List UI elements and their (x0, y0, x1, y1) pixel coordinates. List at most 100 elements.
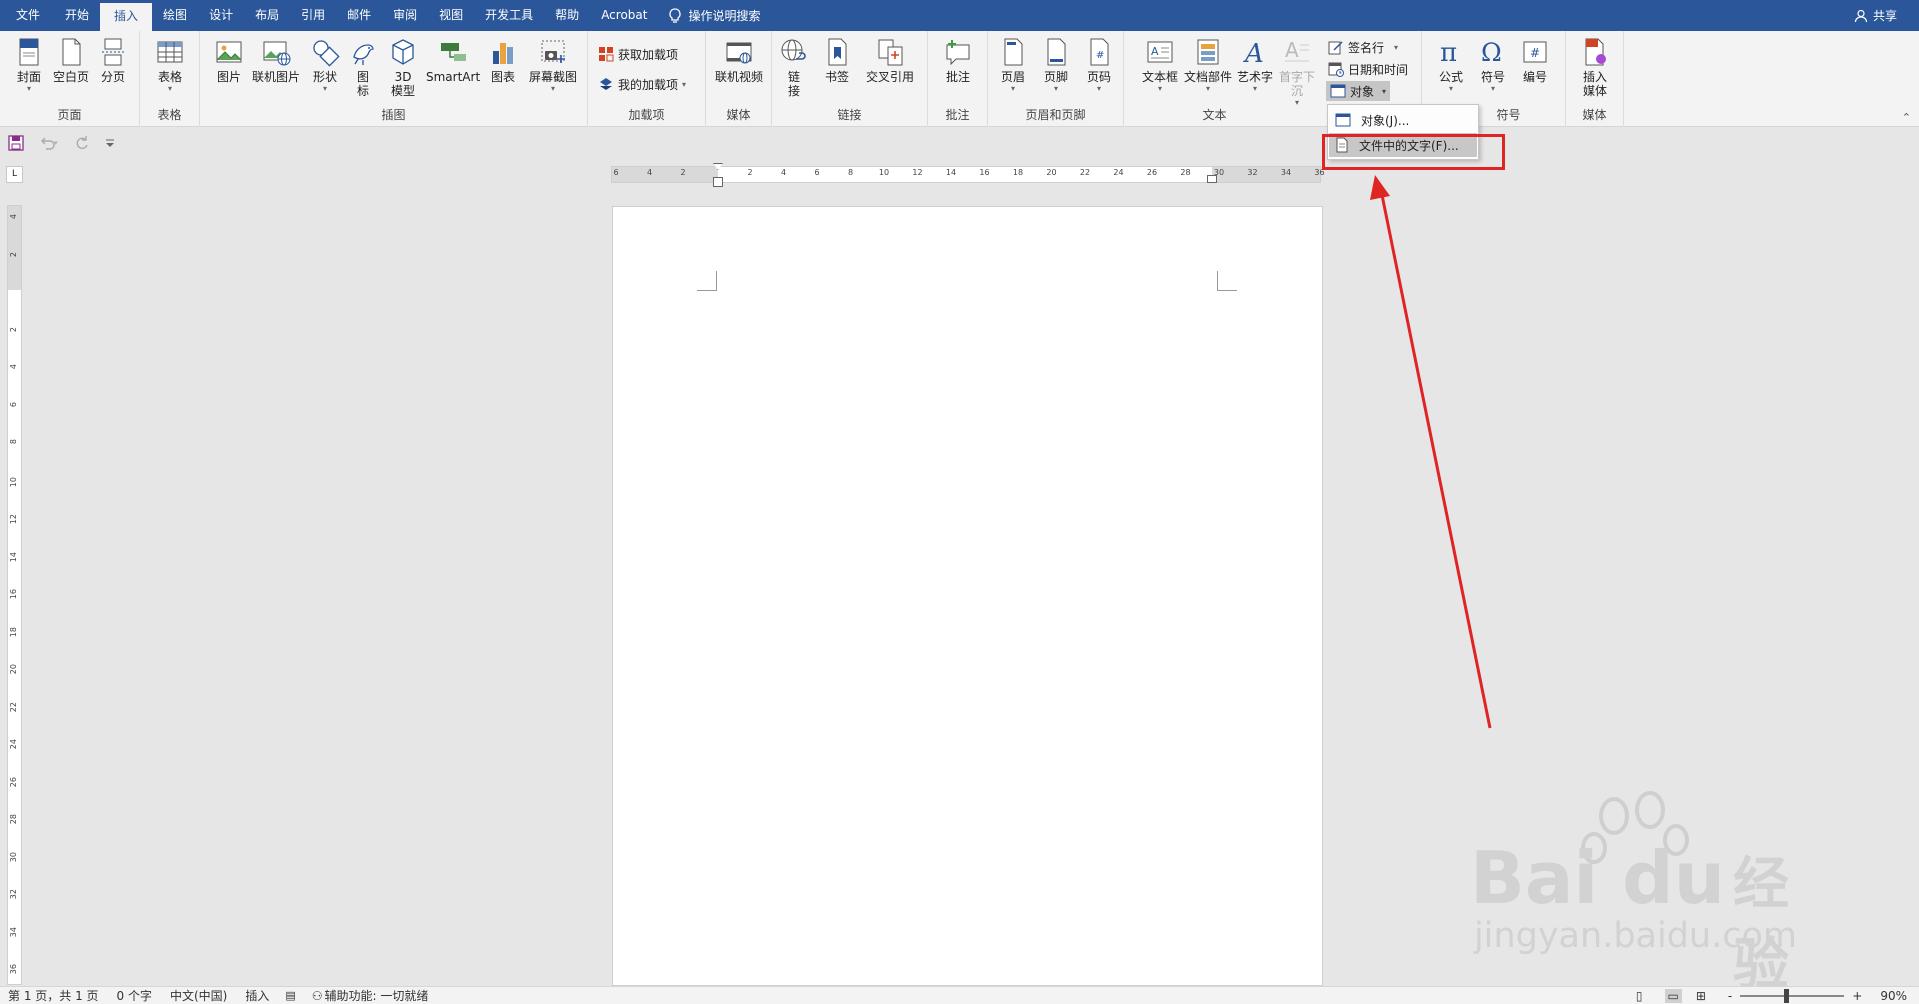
print-layout-icon[interactable]: ▭ (1664, 988, 1682, 1003)
group-text-label: 文本 (1202, 108, 1227, 122)
status-word-count[interactable]: 0 个字 (117, 987, 152, 1004)
textbox-label: 文本框 (1141, 70, 1178, 84)
picture-icon (214, 37, 244, 67)
ruler-tick-label: 4 (9, 214, 18, 220)
ruler-tick-label: 32 (1247, 168, 1258, 177)
object-icon (1330, 83, 1346, 99)
icons-button[interactable]: 图 标 (346, 35, 380, 98)
zoom-out-button[interactable]: - (1728, 989, 1732, 1003)
footer-button[interactable]: 页脚 ▾ (1035, 35, 1077, 93)
ruler-tick-label: 8 (9, 439, 18, 445)
page-break-button[interactable]: 分页 (92, 35, 134, 84)
equation-button[interactable]: π 公式 ▾ (1430, 35, 1472, 93)
web-layout-icon[interactable]: ⊞ (1696, 989, 1706, 1003)
zoom-in-button[interactable]: + (1852, 989, 1862, 1003)
insert-media-button[interactable]: 插入 媒体 (1574, 35, 1616, 98)
ruler-tick-label: 20 (1046, 168, 1057, 177)
quick-parts-icon (1193, 37, 1223, 67)
icons-label-line1: 图 (356, 70, 369, 84)
tab-home[interactable]: 开始 (54, 0, 100, 31)
header-button[interactable]: 页眉 ▾ (992, 35, 1034, 93)
tab-design[interactable]: 设计 (198, 0, 244, 31)
bookmark-button[interactable]: 书签 (816, 35, 858, 84)
object-button[interactable]: 对象 ▾ (1326, 81, 1391, 101)
comment-label: 批注 (945, 70, 970, 84)
status-accessibility[interactable]: 辅助功能: 一切就绪 (325, 987, 429, 1004)
screenshot-button[interactable]: 屏幕截图 ▾ (526, 35, 580, 93)
annotation-highlight-box (1322, 134, 1505, 170)
document-page[interactable] (612, 206, 1323, 986)
tab-review[interactable]: 审阅 (382, 0, 428, 31)
quick-parts-button[interactable]: 文档部件 ▾ (1182, 35, 1234, 93)
comment-button[interactable]: 批注 (937, 35, 979, 84)
status-page-count[interactable]: 第 1 页，共 1 页 (8, 987, 99, 1004)
vertical-ruler[interactable]: 4 2 2 4 6 8 10 12 14 16 18 20 22 24 26 28 30 32 34 36 (7, 205, 22, 985)
tab-layout[interactable]: 布局 (244, 0, 290, 31)
my-addins-button[interactable]: 我的加载项 ▾ (598, 73, 686, 95)
table-button[interactable]: 表格 ▾ (149, 35, 191, 93)
tell-me-search[interactable]: 操作说明搜索 (658, 0, 770, 31)
horizontal-ruler[interactable]: 6 4 2 2 4 6 8 10 12 14 16 18 20 22 24 26 28 30 32 34 36 (611, 163, 1325, 187)
tab-acrobat[interactable]: Acrobat (590, 0, 658, 31)
collapse-ribbon-icon[interactable]: ⌃ (1902, 111, 1911, 124)
wordart-button[interactable]: A 艺术字 ▾ (1234, 35, 1276, 93)
tab-developer[interactable]: 开发工具 (474, 0, 544, 31)
group-links-label: 链接 (837, 108, 862, 122)
macro-record-icon[interactable]: ▤ (285, 989, 295, 1002)
tab-file[interactable]: 文件 (0, 0, 54, 31)
symbol-button[interactable]: Ω 符号 ▾ (1472, 35, 1514, 93)
date-time-button[interactable]: 日期和时间 (1328, 58, 1408, 80)
signature-line-button[interactable]: 签名行 ▾ (1328, 36, 1398, 58)
textbox-button[interactable]: A 文本框 ▾ (1138, 35, 1182, 93)
chart-icon (488, 37, 518, 67)
3d-models-button[interactable]: 3D 模型 (382, 35, 424, 98)
right-indent-marker[interactable] (1207, 175, 1217, 183)
status-bar: 第 1 页，共 1 页 0 个字 中文(中国) 插入 ▤ ⚇ 辅助功能: 一切就… (0, 986, 1919, 1004)
ruler-tick-label: 36 (9, 964, 18, 975)
chart-button[interactable]: 图表 (482, 35, 524, 84)
zoom-slider-thumb[interactable] (1784, 988, 1790, 1003)
baidu-jingyan-watermark: Bai du 经验 jingyan.baidu.com (1470, 790, 1797, 998)
get-addins-button[interactable]: 获取加载项 (598, 43, 678, 65)
undo-icon[interactable]: ▾ (38, 135, 60, 151)
read-mode-icon[interactable]: ▯ (1636, 989, 1643, 1003)
left-indent-marker[interactable] (713, 177, 723, 187)
tab-draw[interactable]: 绘图 (152, 0, 198, 31)
online-video-button[interactable]: 联机视频 (712, 35, 766, 84)
status-language[interactable]: 中文(中国) (170, 987, 227, 1004)
tab-selector-button[interactable]: L (6, 166, 23, 183)
chevron-down-icon: ▾ (167, 84, 172, 93)
zoom-level[interactable]: 90% (1880, 989, 1907, 1003)
ruler-tick-label: 16 (9, 589, 18, 600)
blank-page-button[interactable]: 空白页 (50, 35, 92, 84)
tab-insert[interactable]: 插入 (100, 3, 153, 31)
online-video-label: 联机视频 (714, 70, 763, 84)
link-button[interactable]: 链 接 (776, 35, 812, 98)
cover-page-button[interactable]: 封面 ▾ (8, 35, 50, 93)
cross-reference-button[interactable]: 交叉引用 (862, 35, 918, 84)
redo-icon[interactable] (74, 135, 90, 151)
menu-item-object[interactable]: 对象(J)... (1329, 108, 1477, 132)
ruler-tick-label: 6 (9, 401, 18, 407)
customize-toolbar-icon[interactable] (104, 135, 116, 151)
chevron-down-icon: ▾ (1448, 84, 1453, 93)
3d-models-label-line1: 3D (394, 70, 412, 84)
status-insert-mode[interactable]: 插入 (245, 987, 269, 1004)
tab-mailings[interactable]: 邮件 (336, 0, 382, 31)
smartart-icon (438, 37, 468, 67)
save-icon[interactable] (8, 135, 24, 151)
number-button[interactable]: # 编号 (1514, 35, 1556, 84)
tab-view[interactable]: 视图 (428, 0, 474, 31)
group-pages: 封面 ▾ 空白页 分页 页面 (0, 31, 140, 127)
tab-references[interactable]: 引用 (290, 0, 336, 31)
ruler-tick-label: 14 (945, 168, 957, 177)
tab-help[interactable]: 帮助 (544, 0, 590, 31)
share-button[interactable]: 共享 (1854, 0, 1897, 31)
zoom-slider[interactable] (1740, 988, 1845, 1003)
page-number-button[interactable]: # 页码 ▾ (1078, 35, 1120, 93)
smartart-button[interactable]: SmartArt (426, 35, 480, 84)
picture-button[interactable]: 图片 (208, 35, 250, 84)
shapes-button[interactable]: 形状 ▾ (304, 35, 346, 93)
online-picture-button[interactable]: 联机图片 (250, 35, 302, 84)
drop-cap-button[interactable]: A 首字下沉 ▾ (1276, 35, 1318, 107)
